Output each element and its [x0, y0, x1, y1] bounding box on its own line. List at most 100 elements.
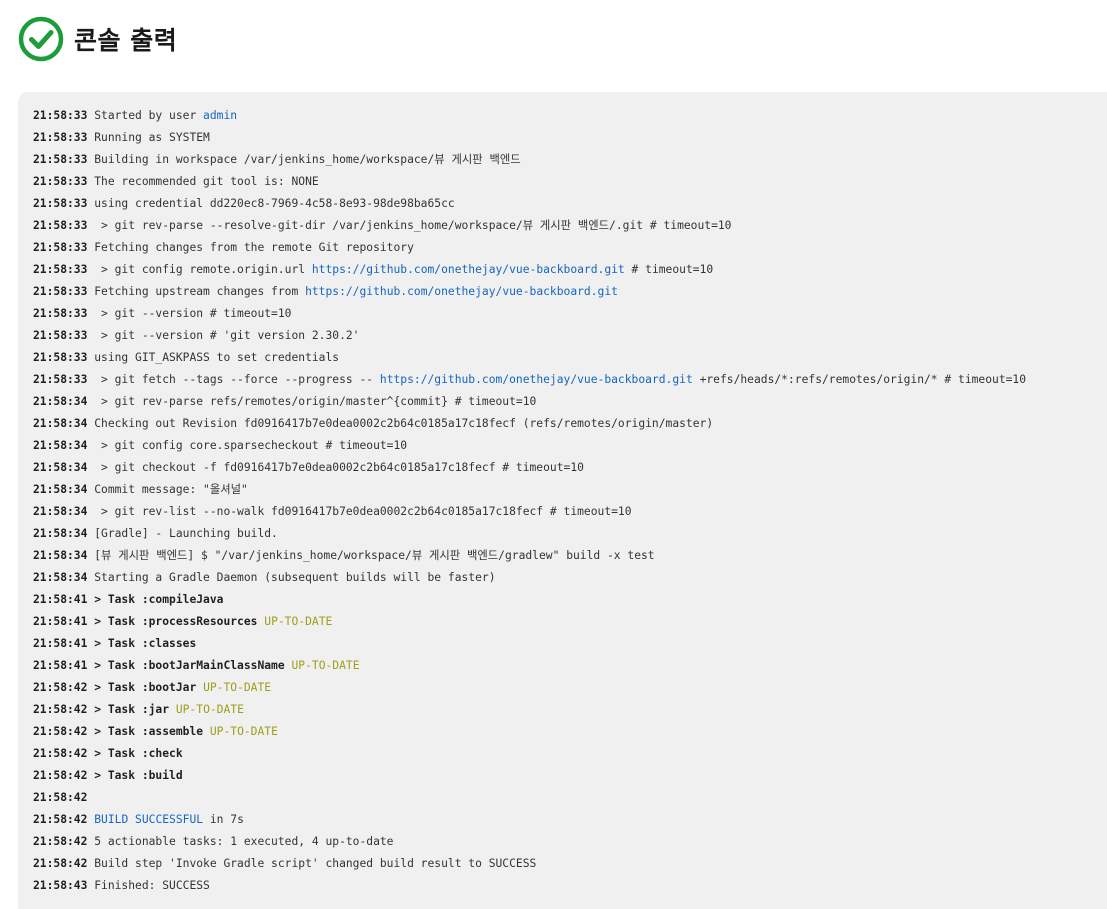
console-line: 21:58:34 [Gradle] - Launching build. [33, 523, 1107, 545]
success-check-icon [18, 16, 64, 62]
log-link[interactable]: https://github.com/onethejay/vue-backboa… [305, 285, 618, 298]
log-text: using GIT_ASKPASS to set credentials [87, 351, 340, 364]
console-output: 21:58:33 Started by user admin 21:58:33 R… [18, 92, 1107, 909]
up-to-date-label: UP-TO-DATE [175, 703, 244, 716]
log-text: Checking out Revision fd0916417b7e0dea00… [87, 417, 714, 430]
log-link[interactable]: https://github.com/onethejay/vue-backboa… [312, 263, 625, 276]
gradle-task-label: > Task :check [87, 747, 183, 760]
timestamp: 21:58:34 [33, 549, 88, 562]
timestamp: 21:58:34 [33, 439, 88, 452]
timestamp: 21:58:42 [33, 725, 88, 738]
timestamp: 21:58:41 [33, 615, 88, 628]
log-text: > git rev-parse refs/remotes/origin/mast… [87, 395, 537, 408]
console-line: 21:58:33 Started by user admin [33, 105, 1107, 127]
log-text: The recommended git tool is: NONE [87, 175, 319, 188]
timestamp: 21:58:33 [33, 285, 88, 298]
log-text: Build step 'Invoke Gradle script' change… [87, 857, 537, 870]
timestamp: 21:58:33 [33, 219, 88, 232]
console-line: 21:58:33 Running as SYSTEM [33, 127, 1107, 149]
console-line: 21:58:34 > git checkout -f fd0916417b7e0… [33, 457, 1107, 479]
gradle-task-label: > Task :processResources [87, 615, 258, 628]
console-line: 21:58:42 5 actionable tasks: 1 executed,… [33, 831, 1107, 853]
log-text: > git config core.sparsecheckout # timeo… [87, 439, 408, 452]
timestamp: 21:58:33 [33, 175, 88, 188]
page-header: 콘솔 출력 [18, 16, 177, 62]
log-text: > git rev-parse --resolve-git-dir /var/j… [87, 219, 732, 232]
console-line: 21:58:33 > git --version # 'git version … [33, 325, 1107, 347]
console-line: 21:58:41 > Task :processResources UP-TO-… [33, 611, 1107, 633]
timestamp: 21:58:33 [33, 153, 88, 166]
timestamp: 21:58:41 [33, 637, 88, 650]
log-text: Fetching changes from the remote Git rep… [87, 241, 414, 254]
console-line: 21:58:42 > Task :check [33, 743, 1107, 765]
console-line: 21:58:33 > git fetch --tags --force --pr… [33, 369, 1107, 391]
gradle-task-label: > Task :bootJarMainClassName [87, 659, 285, 672]
console-line: 21:58:42 [33, 787, 1107, 809]
timestamp: 21:58:42 [33, 791, 88, 804]
timestamp: 21:58:33 [33, 197, 88, 210]
timestamp: 21:58:34 [33, 417, 88, 430]
log-link[interactable]: https://github.com/onethejay/vue-backboa… [380, 373, 693, 386]
console-line: 21:58:42 Build step 'Invoke Gradle scrip… [33, 853, 1107, 875]
gradle-task-label: > Task :bootJar [87, 681, 197, 694]
console-line: 21:58:34 Checking out Revision fd0916417… [33, 413, 1107, 435]
timestamp: 21:58:34 [33, 483, 88, 496]
console-line: 21:58:33 using GIT_ASKPASS to set creden… [33, 347, 1107, 369]
timestamp: 21:58:42 [33, 703, 88, 716]
log-text: > git --version # timeout=10 [87, 307, 292, 320]
console-line: 21:58:34 > git rev-list --no-walk fd0916… [33, 501, 1107, 523]
console-line: 21:58:34 Commit message: "올셔널" [33, 479, 1107, 501]
gradle-task-label: > Task :compileJava [87, 593, 224, 606]
console-line: 21:58:43 Finished: SUCCESS [33, 875, 1107, 897]
log-text: > git rev-list --no-walk fd0916417b7e0de… [87, 505, 632, 518]
timestamp: 21:58:42 [33, 835, 88, 848]
console-line: 21:58:33 Fetching changes from the remot… [33, 237, 1107, 259]
log-text: Commit message: "올셔널" [87, 483, 248, 496]
console-line: 21:58:42 BUILD SUCCESSFUL in 7s [33, 809, 1107, 831]
log-link[interactable]: admin [203, 109, 237, 122]
console-line: 21:58:34 > git config core.sparsecheckou… [33, 435, 1107, 457]
timestamp: 21:58:33 [33, 109, 88, 122]
console-line: 21:58:34 Starting a Gradle Daemon (subse… [33, 567, 1107, 589]
console-line: 21:58:42 > Task :bootJar UP-TO-DATE [33, 677, 1107, 699]
console-line: 21:58:33 > git --version # timeout=10 [33, 303, 1107, 325]
log-text: > git checkout -f fd0916417b7e0dea0002c2… [87, 461, 584, 474]
log-text: Started by user [87, 109, 204, 122]
console-line: 21:58:41 > Task :classes [33, 633, 1107, 655]
timestamp: 21:58:42 [33, 681, 88, 694]
timestamp: 21:58:41 [33, 593, 88, 606]
page-title: 콘솔 출력 [74, 26, 178, 55]
gradle-task-label: > Task :jar [87, 703, 170, 716]
log-text: Starting a Gradle Daemon (subsequent bui… [87, 571, 496, 584]
console-line: 21:58:42 > Task :jar UP-TO-DATE [33, 699, 1107, 721]
timestamp: 21:58:34 [33, 527, 88, 540]
timestamp: 21:58:33 [33, 373, 88, 386]
timestamp: 21:58:34 [33, 461, 88, 474]
console-line: 21:58:41 > Task :bootJarMainClassName UP… [33, 655, 1107, 677]
timestamp: 21:58:41 [33, 659, 88, 672]
log-text: Building in workspace /var/jenkins_home/… [87, 153, 521, 166]
timestamp: 21:58:34 [33, 395, 88, 408]
console-line: 21:58:42 > Task :build [33, 765, 1107, 787]
console-line: 21:58:41 > Task :compileJava [33, 589, 1107, 611]
log-text: Fetching upstream changes from [87, 285, 306, 298]
console-line: 21:58:33 > git rev-parse --resolve-git-d… [33, 215, 1107, 237]
timestamp: 21:58:42 [33, 857, 88, 870]
console-line: 21:58:34 [뷰 게시판 백엔드] $ "/var/jenkins_hom… [33, 545, 1107, 567]
log-text: in 7s [203, 813, 244, 826]
gradle-task-label: > Task :build [87, 769, 183, 782]
log-text: +refs/heads/*:refs/remotes/origin/* # ti… [692, 373, 1027, 386]
gradle-task-label: > Task :classes [87, 637, 197, 650]
log-text: [Gradle] - Launching build. [87, 527, 278, 540]
timestamp: 21:58:42 [33, 747, 88, 760]
console-line: 21:58:42 > Task :assemble UP-TO-DATE [33, 721, 1107, 743]
build-successful-label: BUILD SUCCESSFUL [94, 813, 204, 826]
timestamp: 21:58:33 [33, 307, 88, 320]
up-to-date-label: UP-TO-DATE [264, 615, 333, 628]
timestamp: 21:58:43 [33, 879, 88, 892]
timestamp: 21:58:34 [33, 505, 88, 518]
log-text: Running as SYSTEM [87, 131, 210, 144]
log-text: > git fetch --tags --force --progress -- [87, 373, 380, 386]
timestamp: 21:58:34 [33, 571, 88, 584]
